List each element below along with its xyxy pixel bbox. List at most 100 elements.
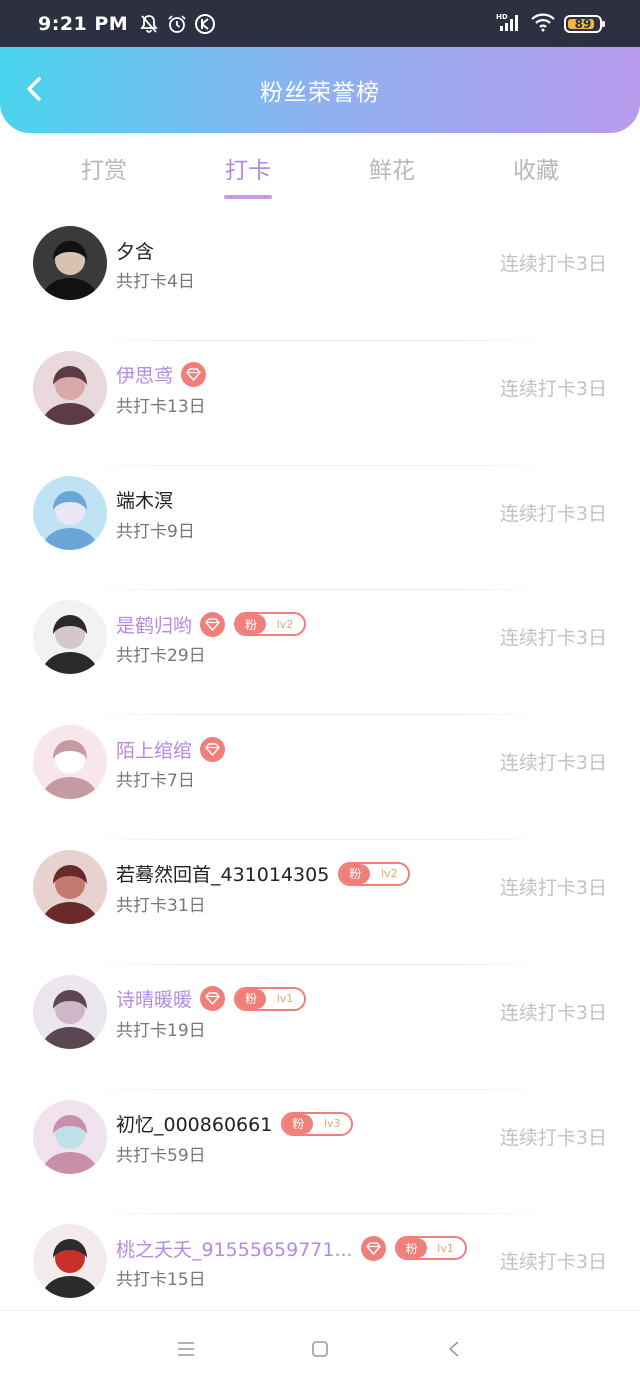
row-divider xyxy=(88,1213,552,1215)
diamond-icon xyxy=(200,986,226,1012)
name-line: 初忆_000860661 粉 lv3 xyxy=(116,1109,354,1139)
tab-label: 打卡 xyxy=(225,158,271,184)
fan-level: lv2 xyxy=(276,617,294,631)
status-bar: 9:21 PM HD 89 xyxy=(0,0,640,47)
tab-favorites[interactable]: 收藏 xyxy=(464,133,608,215)
avatar[interactable] xyxy=(33,725,107,800)
avatar[interactable] xyxy=(33,1224,107,1299)
menu-button[interactable] xyxy=(174,1337,198,1361)
hd-signal-icon: HD xyxy=(496,12,522,36)
fan-level-badge: 粉 lv2 xyxy=(234,612,307,637)
fan-level-badge: 粉 lv2 xyxy=(338,861,411,886)
fan-badge-label: 粉 xyxy=(396,1238,427,1259)
streak-checkins: 连续打卡3日 xyxy=(499,1126,607,1149)
fan-name[interactable]: 是鹤归哟 xyxy=(116,611,192,638)
header: 粉丝荣誉榜 xyxy=(0,47,640,133)
name-line: 夕含 xyxy=(116,235,154,265)
diamond-icon xyxy=(181,362,207,388)
row-divider xyxy=(88,714,552,716)
name-line: 伊思鸢 xyxy=(116,360,207,390)
total-checkins: 共打卡59日 xyxy=(116,1145,206,1166)
tab-label: 收藏 xyxy=(513,158,559,184)
tab-reward[interactable]: 打赏 xyxy=(32,133,176,215)
name-line: 端木溟 xyxy=(116,485,173,515)
list-item[interactable]: 夕含共打卡4日 连续打卡3日 xyxy=(0,215,640,340)
total-checkins: 共打卡15日 xyxy=(116,1270,206,1291)
row-divider xyxy=(88,963,552,965)
name-line: 是鹤归哟 粉 lv2 xyxy=(116,609,307,639)
k-app-icon xyxy=(194,13,216,35)
total-checkins: 共打卡13日 xyxy=(116,396,206,417)
avatar[interactable] xyxy=(33,974,107,1049)
wifi-icon xyxy=(530,12,556,36)
streak-checkins: 连续打卡3日 xyxy=(499,377,607,400)
fan-level: lv2 xyxy=(381,867,398,881)
diamond-icon xyxy=(200,611,226,637)
home-button[interactable] xyxy=(308,1337,332,1361)
fan-name[interactable]: 端木溟 xyxy=(116,486,173,513)
streak-checkins: 连续打卡3日 xyxy=(499,502,607,525)
status-right-icons: HD 89 xyxy=(496,12,605,36)
fan-level-badge: 粉 lv1 xyxy=(234,986,307,1011)
avatar[interactable] xyxy=(33,1099,107,1174)
tab-bar: 打赏 打卡 鲜花 收藏 xyxy=(0,133,640,215)
fan-level: lv3 xyxy=(324,1117,341,1131)
back-button[interactable] xyxy=(18,73,50,105)
fan-name[interactable]: 若蓦然回首_431014305 xyxy=(116,860,329,887)
back-triangle-icon xyxy=(448,1341,459,1357)
fan-name[interactable]: 桃之夭夭_91555659771... xyxy=(116,1235,353,1262)
list-item[interactable]: 端木溟共打卡9日 连续打卡3日 xyxy=(0,464,640,590)
chevron-left-icon xyxy=(27,77,41,101)
tab-flowers[interactable]: 鲜花 xyxy=(320,133,464,215)
fan-name[interactable]: 夕含 xyxy=(116,237,154,264)
fan-badge-label: 粉 xyxy=(236,614,267,635)
avatar[interactable] xyxy=(33,226,107,300)
row-divider xyxy=(88,1088,552,1090)
name-line: 陌上绾绾 xyxy=(116,734,226,764)
list-item[interactable]: 初忆_000860661 粉 lv3 共打卡59日 连续打卡3日 xyxy=(0,1088,640,1214)
avatar[interactable] xyxy=(33,849,107,924)
tab-label: 鲜花 xyxy=(369,158,415,184)
fan-name[interactable]: 初忆_000860661 xyxy=(116,1110,272,1137)
fan-name[interactable]: 陌上绾绾 xyxy=(116,736,192,763)
tab-checkin[interactable]: 打卡 xyxy=(176,133,320,215)
tab-active-indicator xyxy=(224,195,272,199)
row-divider xyxy=(88,838,552,840)
diamond-icon xyxy=(360,1235,386,1261)
row-divider xyxy=(88,464,552,466)
home-square-icon xyxy=(312,1341,328,1357)
fan-name[interactable]: 诗晴暖暖 xyxy=(116,985,192,1012)
fan-list: 夕含 共打卡4日 连续打卡3日 伊思鸢 共打卡13日 连续打卡3日 端木溟 共打卡9日 连续打卡… xyxy=(0,215,640,1338)
total-checkins: 共打卡9日 xyxy=(116,521,195,542)
system-nav-bar xyxy=(0,1310,640,1387)
avatar[interactable] xyxy=(33,475,107,550)
streak-checkins: 连续打卡3日 xyxy=(499,253,607,275)
list-item[interactable]: 若蓦然回首_431014305 粉 lv2 共打卡31日 连续打卡3日 xyxy=(0,838,640,964)
fan-badge-label: 粉 xyxy=(340,863,371,884)
fan-level-badge: 粉 lv1 xyxy=(394,1236,467,1261)
diamond-icon xyxy=(200,736,226,762)
list-item[interactable]: 诗晴暖暖 粉 lv1 共打卡19日 连续打卡3日 xyxy=(0,963,640,1089)
streak-checkins: 连续打卡3日 xyxy=(499,752,607,775)
avatar[interactable] xyxy=(33,350,107,425)
list-item[interactable]: 是鹤归哟 粉 lv2 共打卡29日 连续打卡3日 xyxy=(0,589,640,714)
avatar[interactable] xyxy=(33,600,107,675)
list-item[interactable]: 陌上绾绾 共打卡7日 连续打卡3日 xyxy=(0,714,640,839)
status-time: 9:21 PM xyxy=(38,12,129,35)
fan-badge-label: 粉 xyxy=(283,1113,314,1134)
name-line: 桃之夭夭_91555659771... 粉 lv1 xyxy=(116,1233,467,1263)
row-divider xyxy=(88,339,552,341)
fan-name[interactable]: 伊思鸢 xyxy=(116,361,173,388)
streak-checkins: 连续打卡3日 xyxy=(499,1001,607,1024)
total-checkins: 共打卡29日 xyxy=(116,646,206,667)
bell-muted-icon xyxy=(138,13,160,35)
total-checkins: 共打卡19日 xyxy=(116,1020,206,1041)
total-checkins: 共打卡4日 xyxy=(116,272,195,292)
system-back-button[interactable] xyxy=(442,1337,466,1361)
alarm-icon xyxy=(166,13,188,35)
battery-icon: 89 xyxy=(564,14,605,33)
menu-icon xyxy=(178,1342,194,1356)
battery-text: 89 xyxy=(574,16,592,31)
list-item[interactable]: 伊思鸢共打卡13日 连续打卡3日 xyxy=(0,339,640,465)
fan-level: lv1 xyxy=(437,1241,454,1255)
